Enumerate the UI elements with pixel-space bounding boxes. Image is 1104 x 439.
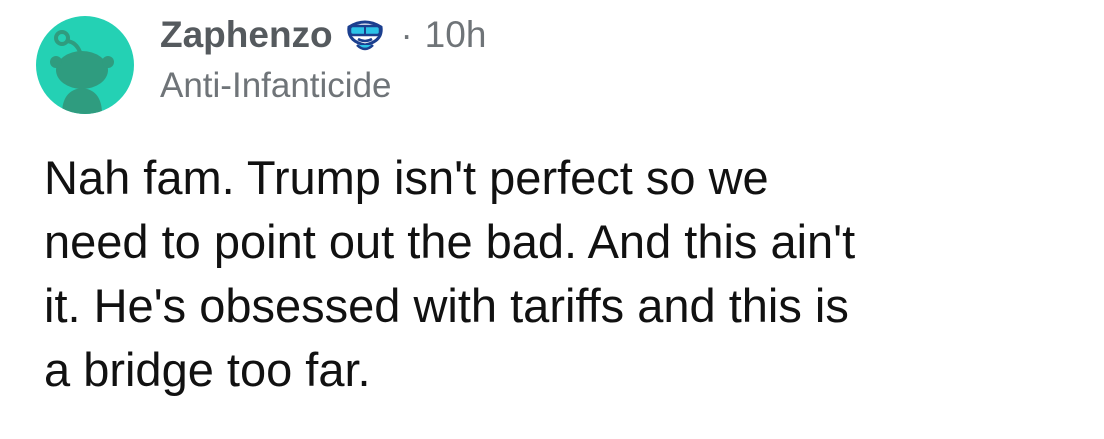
comment-body-line: Nah fam. Trump isn't perfect so we (44, 151, 769, 204)
comment-body-line: it. He's obsessed with tariffs and this … (44, 279, 849, 332)
snoo-sunglasses-icon (343, 15, 387, 55)
comment: Zaphenzo · 10h Anti-Infanticide Nah fam.… (0, 0, 1104, 439)
snoo-avatar-icon (50, 30, 114, 114)
username[interactable]: Zaphenzo (160, 14, 333, 56)
comment-body-line: need to point out the bad. And this ain'… (44, 215, 856, 268)
avatar[interactable] (36, 16, 134, 114)
comment-header: Zaphenzo · 10h (160, 10, 486, 60)
comment-body-line: a bridge too far. (44, 343, 371, 396)
timestamp: 10h (424, 14, 487, 55)
user-flair: Anti-Infanticide (160, 66, 392, 105)
comment-body: Nah fam. Trump isn't perfect so we need … (44, 146, 1084, 402)
separator-dot: · (400, 14, 413, 55)
